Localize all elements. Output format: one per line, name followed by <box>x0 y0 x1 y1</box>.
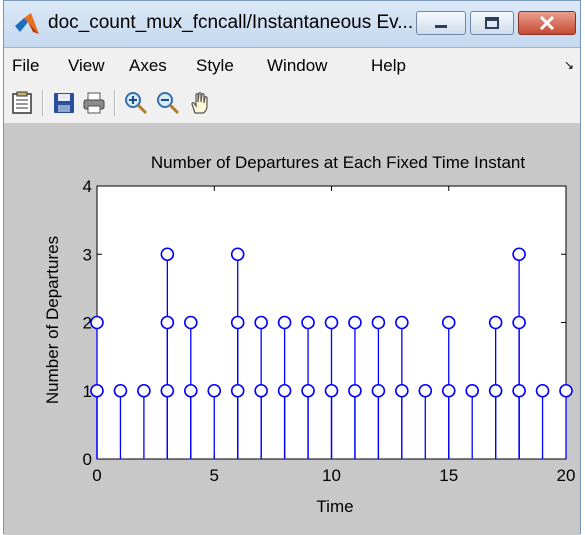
close-button[interactable] <box>518 11 576 35</box>
print-icon[interactable] <box>82 91 106 115</box>
stem-marker <box>90 315 104 330</box>
stem-marker <box>488 315 503 330</box>
maximize-button[interactable] <box>470 11 514 35</box>
x-tick-label: 5 <box>210 466 219 485</box>
stem-marker <box>441 315 456 330</box>
stem-marker <box>348 315 362 330</box>
stem-marker <box>324 383 339 398</box>
menu-help[interactable]: Help <box>371 56 406 76</box>
stem-marker <box>559 383 573 398</box>
properties-icon[interactable] <box>10 91 34 115</box>
stem-marker <box>441 383 456 398</box>
stem-marker <box>207 383 222 398</box>
maximize-icon <box>485 17 499 29</box>
stem-marker <box>348 383 362 398</box>
stem-marker <box>137 383 151 398</box>
toolbar <box>4 83 580 124</box>
stem-marker <box>512 383 526 398</box>
stem-marker <box>418 383 433 398</box>
zoom-out-icon[interactable] <box>156 91 180 115</box>
stem-marker <box>277 383 292 398</box>
stem-marker <box>371 383 386 398</box>
stem-marker <box>488 383 503 398</box>
x-tick-label: 20 <box>557 466 576 485</box>
stem-marker <box>90 383 104 398</box>
menu-file[interactable]: File <box>12 56 39 76</box>
menu-bar: File View Axes Style Window Help ↘ <box>4 48 580 82</box>
minimize-icon <box>435 25 447 28</box>
save-icon[interactable] <box>52 91 76 115</box>
figure-canvas: Number of Departures at Each Fixed Time … <box>4 124 580 535</box>
toolbar-separator <box>42 90 44 116</box>
minimize-button[interactable] <box>416 11 466 35</box>
stem-marker <box>512 315 526 330</box>
matlab-logo-icon <box>15 13 39 34</box>
stem-marker <box>277 315 292 330</box>
figure-window: doc_count_mux_fcncall/Instantaneous Ev..… <box>3 0 581 535</box>
stem-marker <box>324 315 339 330</box>
stem-marker <box>184 383 198 398</box>
menu-overflow-arrow-icon[interactable]: ↘ <box>564 58 574 72</box>
y-axis-label: Number of Departures <box>43 236 62 404</box>
y-tick-label: 3 <box>83 245 92 264</box>
y-tick-label: 0 <box>83 450 92 469</box>
stem-marker <box>395 315 409 330</box>
y-tick-label: 4 <box>83 177 92 196</box>
pan-icon[interactable] <box>188 91 212 115</box>
stem-marker <box>160 247 175 262</box>
stem-marker <box>512 247 526 262</box>
stem-marker <box>160 383 175 398</box>
stem-marker <box>160 315 175 330</box>
stem-marker <box>395 383 409 398</box>
stem-marker <box>113 383 128 398</box>
menu-style[interactable]: Style <box>196 56 234 76</box>
stem-marker <box>254 315 268 330</box>
menu-window[interactable]: Window <box>267 56 327 76</box>
toolbar-separator <box>114 90 116 116</box>
menu-axes[interactable]: Axes <box>129 56 167 76</box>
stem-marker <box>301 383 315 398</box>
stem-marker <box>465 383 480 398</box>
stem-marker <box>535 383 550 398</box>
stem-marker <box>254 383 268 398</box>
title-bar[interactable]: doc_count_mux_fcncall/Instantaneous Ev..… <box>4 1 580 48</box>
stem-marker <box>230 247 245 262</box>
window-title: doc_count_mux_fcncall/Instantaneous Ev..… <box>48 12 414 33</box>
stem-marker <box>301 315 315 330</box>
x-axis-label: Time <box>316 497 353 516</box>
chart-title: Number of Departures at Each Fixed Time … <box>151 153 525 172</box>
stem-marker <box>184 315 198 330</box>
stem-marker <box>371 315 386 330</box>
stem-marker <box>230 315 245 330</box>
stem-chart[interactable]: Number of Departures at Each Fixed Time … <box>4 124 580 535</box>
menu-view[interactable]: View <box>68 56 105 76</box>
x-tick-label: 10 <box>322 466 341 485</box>
close-icon <box>539 15 555 31</box>
stem-marker <box>230 383 245 398</box>
x-tick-label: 0 <box>92 466 101 485</box>
x-tick-label: 15 <box>439 466 458 485</box>
zoom-in-icon[interactable] <box>124 91 148 115</box>
